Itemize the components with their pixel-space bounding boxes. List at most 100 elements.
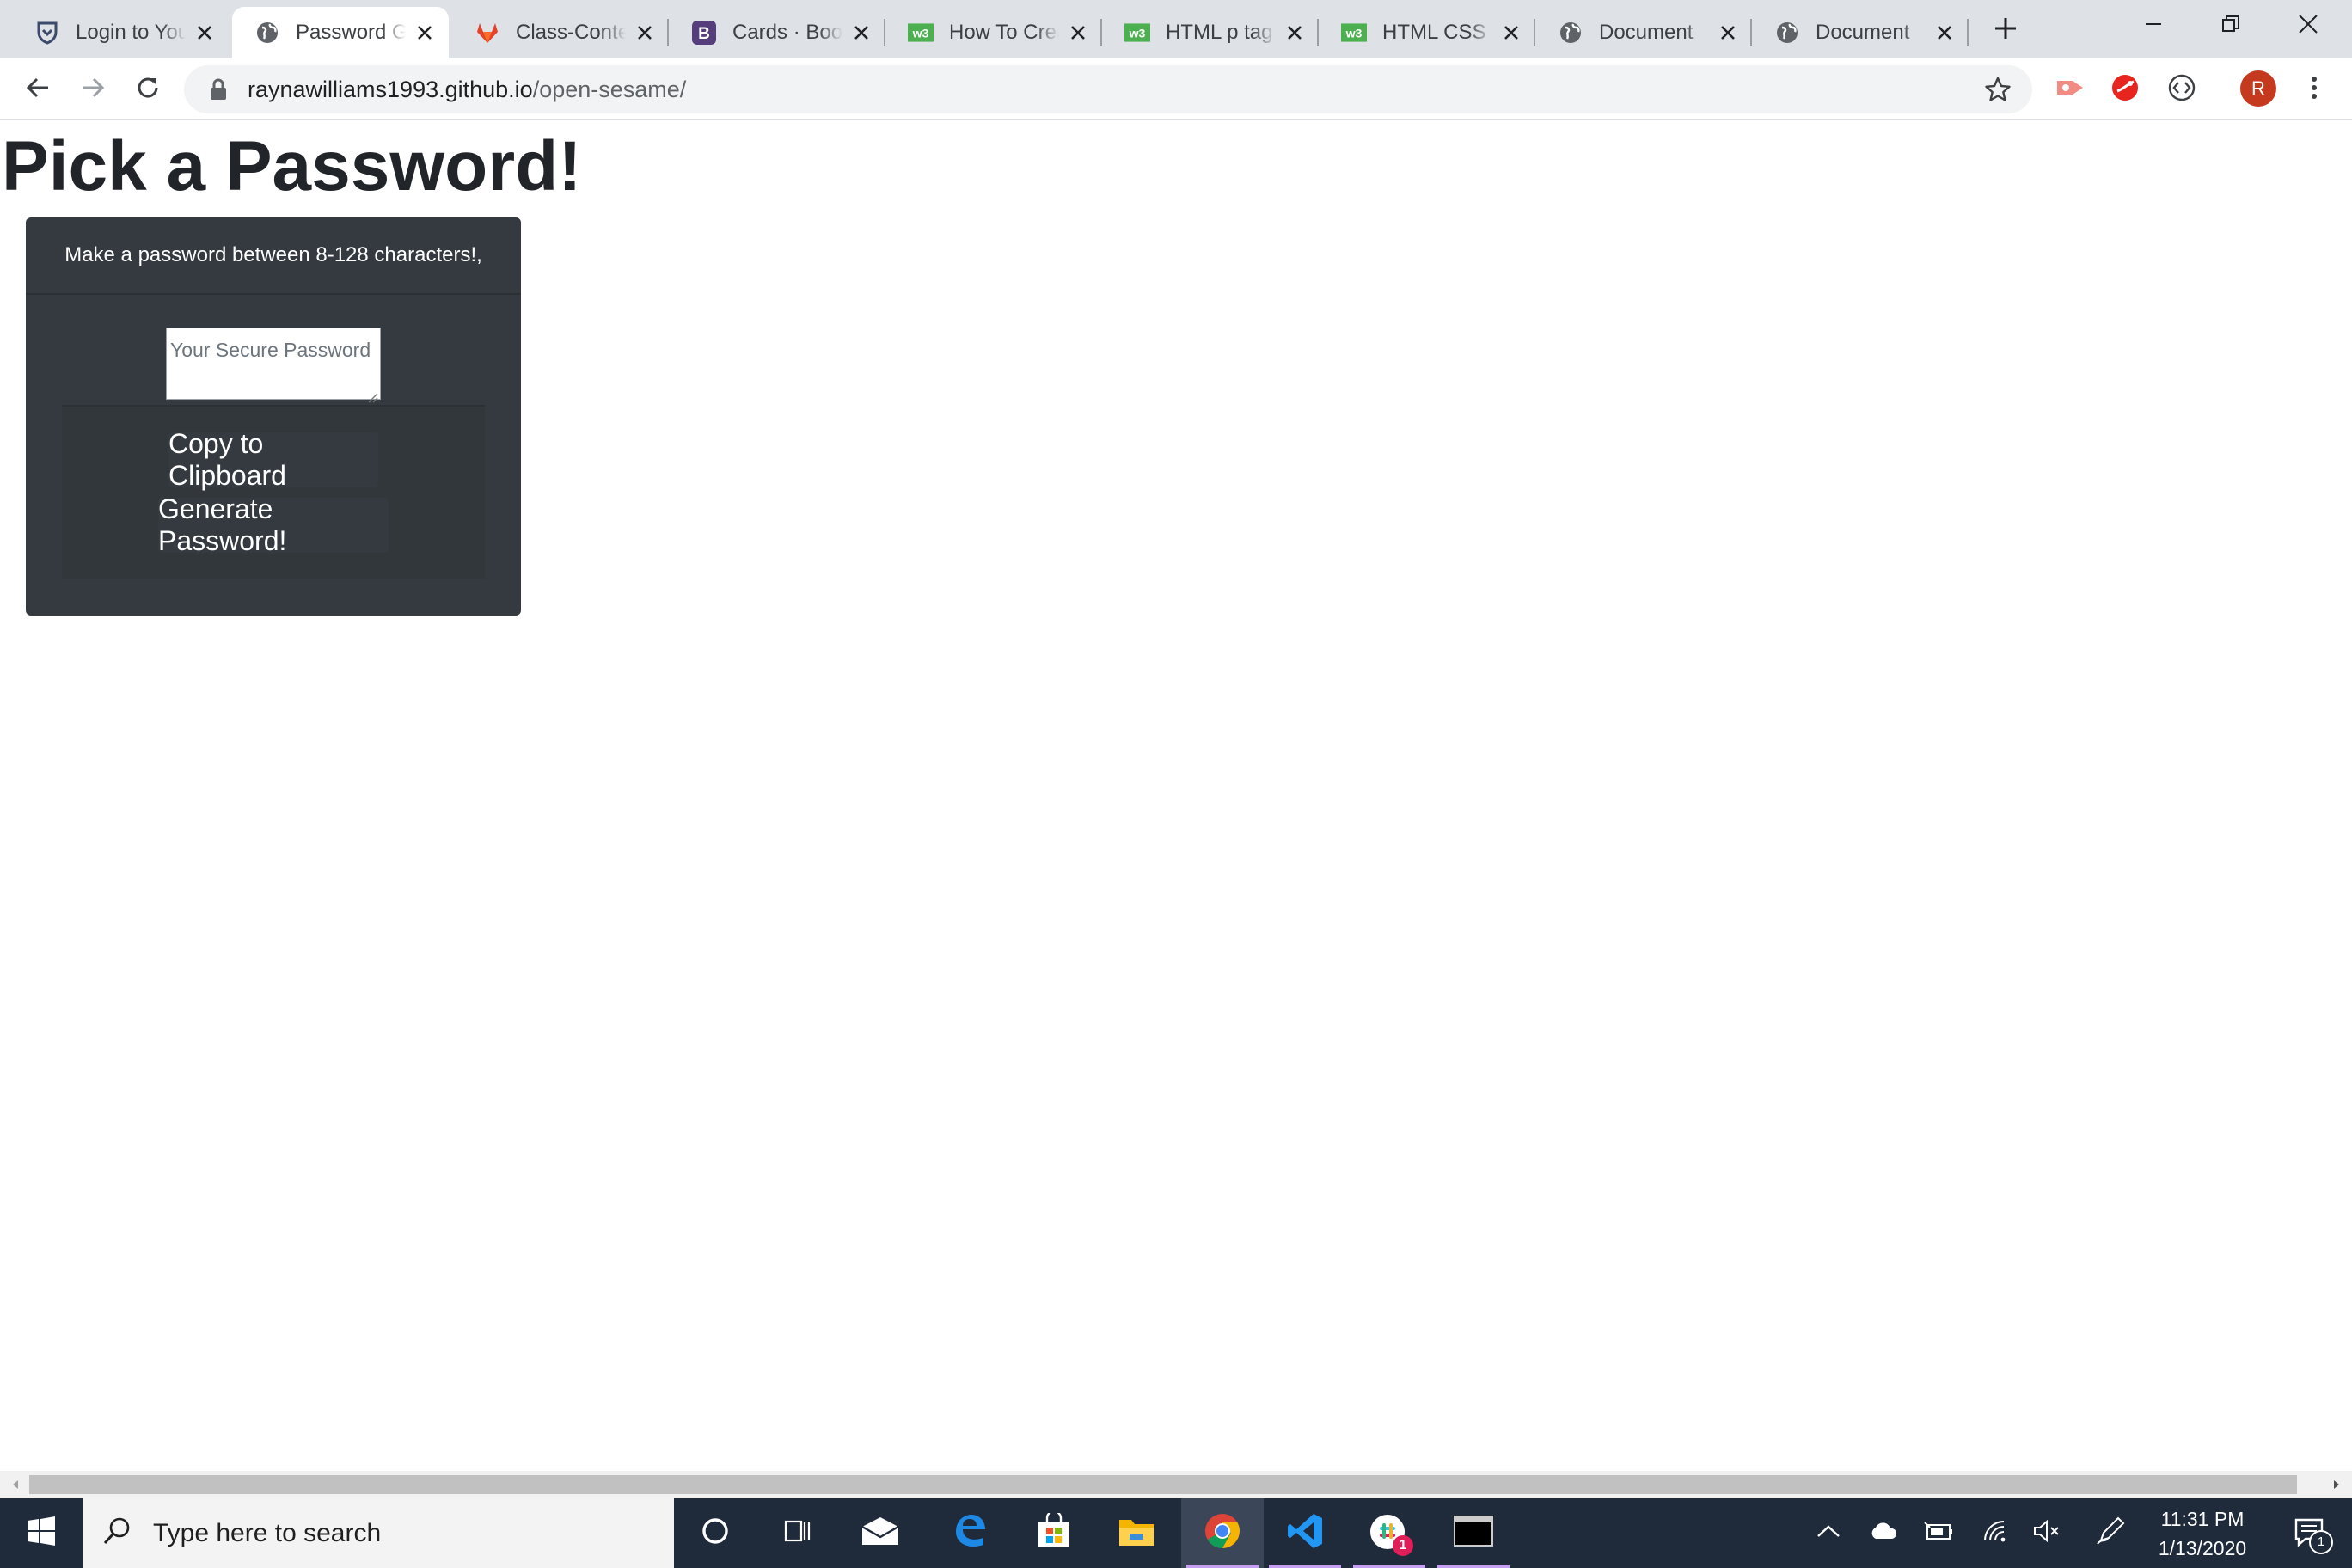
close-icon[interactable]	[1283, 21, 1307, 45]
edge-app[interactable]	[928, 1498, 1011, 1568]
scrollbar-thumb[interactable]	[29, 1475, 2297, 1494]
close-window-button[interactable]	[2269, 0, 2347, 52]
pen-tray-button[interactable]	[2091, 1498, 2130, 1568]
mail-app[interactable]	[839, 1498, 922, 1568]
extension-button[interactable]	[2163, 70, 2201, 108]
chevron-up-icon	[1816, 1523, 1841, 1543]
tab-class-content[interactable]: Class-Content	[452, 7, 669, 58]
horizontal-scrollbar[interactable]	[0, 1471, 2352, 1498]
reload-icon	[135, 75, 161, 105]
kebab-menu-icon	[2310, 75, 2318, 105]
w3schools-icon: w3	[1341, 20, 1367, 46]
close-icon[interactable]	[849, 21, 873, 45]
tab-cards-bootstrap[interactable]: B Cards · Bootstrap	[669, 7, 885, 58]
svg-text:w3: w3	[1345, 26, 1363, 40]
search-placeholder: Type here to search	[153, 1518, 382, 1547]
menu-button[interactable]	[2295, 70, 2333, 108]
tab-document-2[interactable]: Document	[1752, 7, 1969, 58]
tab-document-1[interactable]: Document	[1535, 7, 1752, 58]
tab-separator	[1317, 19, 1319, 46]
windows-logo-icon	[27, 1516, 56, 1550]
password-card: Make a password between 8-128 characters…	[26, 217, 521, 616]
volume-tray-button[interactable]	[2027, 1498, 2067, 1568]
store-app[interactable]	[1013, 1498, 1095, 1568]
battery-tray-button[interactable]	[1919, 1498, 1958, 1568]
tab-separator	[1967, 19, 1969, 46]
tab-how-to-create[interactable]: w3 How To Create	[885, 7, 1102, 58]
svg-text:w3: w3	[912, 26, 929, 40]
task-view-button[interactable]	[756, 1498, 839, 1568]
close-icon[interactable]	[633, 21, 657, 45]
tab-title: Document	[1599, 21, 1694, 44]
lock-icon	[210, 77, 230, 101]
tab-login[interactable]: Login to Your	[12, 7, 229, 58]
cortana-icon	[701, 1516, 730, 1550]
gitlab-icon	[475, 20, 500, 46]
show-hidden-icons-button[interactable]	[1809, 1498, 1848, 1568]
tab-title: HTML CSS	[1382, 21, 1486, 44]
volume-muted-icon	[2033, 1519, 2061, 1547]
close-icon	[2298, 14, 2318, 39]
tab-html-p-tag[interactable]: w3 HTML p tag	[1102, 7, 1319, 58]
svg-text:w3: w3	[1129, 26, 1146, 40]
star-icon[interactable]	[1984, 76, 2012, 103]
windows-taskbar: Type here to search 1 11:31 PM 1/13/2020…	[0, 1498, 2352, 1568]
browser-toolbar: raynawilliams1993.github.io/open-sesame/…	[0, 58, 2352, 120]
vscode-app[interactable]	[1264, 1498, 1346, 1568]
terminal-icon	[1454, 1516, 1493, 1551]
cortana-button[interactable]	[674, 1498, 756, 1568]
slack-badge: 1	[1393, 1534, 1413, 1556]
clock-time: 11:31 PM	[2160, 1507, 2245, 1530]
new-tab-button[interactable]	[1991, 15, 2020, 45]
minimize-button[interactable]	[2115, 0, 2192, 52]
password-textarea[interactable]: Your Secure Password	[166, 328, 381, 403]
start-button[interactable]	[0, 1498, 83, 1568]
chrome-app[interactable]	[1181, 1498, 1264, 1568]
tab-title: Class-Content	[516, 21, 626, 44]
terminal-app[interactable]	[1432, 1498, 1515, 1568]
resize-grip-icon[interactable]	[366, 385, 378, 403]
file-explorer-app[interactable]	[1095, 1498, 1178, 1568]
close-icon[interactable]	[193, 21, 217, 45]
page-title: Pick a Password!	[2, 127, 582, 205]
w3schools-icon: w3	[1124, 20, 1150, 46]
copy-to-clipboard-button[interactable]: Copy to Clipboard	[168, 428, 378, 491]
tab-separator	[1534, 19, 1535, 46]
globe-icon	[254, 20, 280, 46]
restore-button[interactable]	[2192, 0, 2269, 52]
tab-separator	[667, 19, 669, 46]
active-app-indicator	[1353, 1565, 1425, 1568]
network-tray-button[interactable]	[1975, 1498, 2015, 1568]
close-icon[interactable]	[1066, 21, 1090, 45]
edge-icon	[952, 1513, 987, 1553]
tab-html-css[interactable]: w3 HTML CSS	[1319, 7, 1535, 58]
arrow-left-icon	[25, 75, 51, 105]
close-icon[interactable]	[1932, 21, 1957, 45]
close-icon[interactable]	[1499, 21, 1523, 45]
restore-icon	[2221, 15, 2240, 38]
forward-button[interactable]	[74, 70, 112, 108]
scroll-right-icon[interactable]	[2330, 1478, 2343, 1491]
slack-icon: 1	[1369, 1513, 1413, 1556]
arrow-right-icon	[80, 75, 106, 105]
taskbar-search[interactable]: Type here to search	[83, 1498, 674, 1568]
system-clock[interactable]: 11:31 PM 1/13/2020	[2142, 1498, 2263, 1568]
notification-icon: 1	[2294, 1516, 2333, 1554]
tab-title: Login to Your	[76, 21, 186, 44]
back-button[interactable]	[19, 70, 57, 108]
profile-avatar[interactable]: R	[2240, 70, 2276, 107]
close-icon[interactable]	[413, 21, 437, 45]
tab-password-generator[interactable]: Password Generator	[232, 7, 449, 58]
extension-button[interactable]	[2106, 70, 2144, 108]
address-bar[interactable]: raynawilliams1993.github.io/open-sesame/	[184, 65, 2032, 113]
onedrive-tray-button[interactable]	[1864, 1498, 1903, 1568]
task-view-icon	[783, 1516, 812, 1550]
scroll-left-icon[interactable]	[9, 1478, 22, 1491]
close-icon[interactable]	[1716, 21, 1740, 45]
extension-button[interactable]	[2051, 70, 2089, 108]
reload-button[interactable]	[129, 70, 167, 108]
generate-password-button[interactable]: Generate Password!	[158, 493, 389, 556]
slack-app[interactable]: 1	[1348, 1498, 1430, 1568]
action-center-button[interactable]: 1	[2269, 1498, 2352, 1568]
chrome-icon	[1204, 1512, 1241, 1554]
